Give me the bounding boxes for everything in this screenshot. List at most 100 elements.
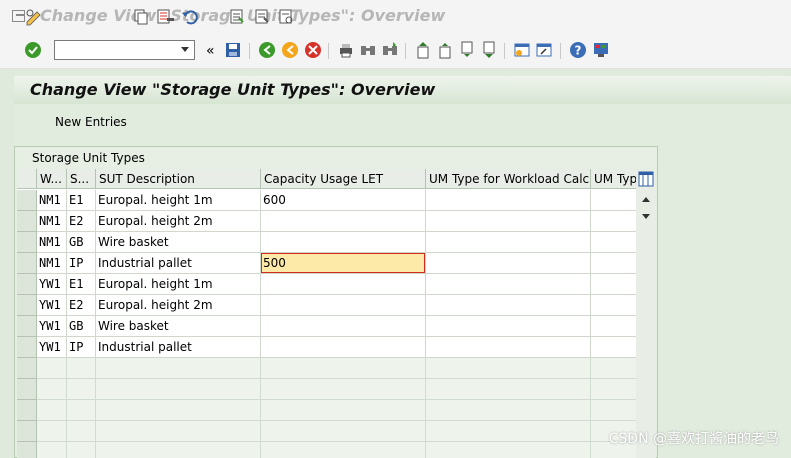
new-entries-button[interactable]: New Entries bbox=[55, 115, 127, 129]
cell-sut-description[interactable]: Europal. height 2m bbox=[96, 211, 261, 232]
cell-warehouse[interactable]: NM1 bbox=[37, 190, 67, 211]
row-selector[interactable] bbox=[17, 400, 37, 421]
cell-capacity-usage-let[interactable] bbox=[261, 211, 426, 232]
back-icon[interactable] bbox=[258, 41, 276, 59]
row-selector[interactable] bbox=[17, 358, 37, 379]
toolbar-separator bbox=[405, 43, 406, 59]
application-toolbar bbox=[14, 106, 791, 138]
find-next-icon[interactable] bbox=[381, 41, 399, 59]
cell-um-type-workload[interactable] bbox=[426, 316, 591, 337]
cell-sut[interactable]: E1 bbox=[67, 190, 96, 211]
cell-capacity-usage-let[interactable] bbox=[261, 274, 426, 295]
cell-sut-description[interactable]: Wire basket bbox=[96, 316, 261, 337]
cell-warehouse[interactable]: NM1 bbox=[37, 253, 67, 274]
select-all-rows-header[interactable] bbox=[17, 169, 37, 189]
cell-sut[interactable]: E1 bbox=[67, 274, 96, 295]
row-selector[interactable] bbox=[17, 274, 37, 295]
vertical-scrollbar[interactable] bbox=[636, 169, 656, 458]
cell-capacity-usage-let[interactable] bbox=[261, 316, 426, 337]
menu-icon[interactable] bbox=[12, 10, 25, 22]
exit-icon[interactable] bbox=[281, 41, 299, 59]
deselect-all-icon[interactable] bbox=[278, 8, 296, 26]
page-title: Change View "Storage Unit Types": Overvi… bbox=[30, 80, 436, 99]
back-double-arrow-icon[interactable]: « bbox=[203, 41, 221, 59]
row-selector[interactable] bbox=[17, 295, 37, 316]
find-icon[interactable] bbox=[359, 41, 377, 59]
next-page-icon[interactable] bbox=[458, 41, 476, 59]
cell-um-type-workload[interactable] bbox=[426, 211, 591, 232]
empty-cell bbox=[96, 421, 261, 442]
cancel-icon[interactable] bbox=[304, 41, 322, 59]
cell-um-type-workload[interactable] bbox=[426, 295, 591, 316]
cell-warehouse[interactable]: NM1 bbox=[37, 232, 67, 253]
cell-um-type-workload[interactable] bbox=[426, 190, 591, 211]
cell-warehouse[interactable]: YW1 bbox=[37, 337, 67, 358]
cell-warehouse[interactable]: YW1 bbox=[37, 295, 67, 316]
cell-um-type-workload[interactable] bbox=[426, 337, 591, 358]
cell-um-type-workload[interactable] bbox=[426, 232, 591, 253]
empty-cell bbox=[96, 400, 261, 421]
command-field[interactable] bbox=[54, 40, 195, 60]
cell-um-type-workload[interactable] bbox=[426, 253, 591, 274]
delete-icon[interactable] bbox=[157, 8, 175, 26]
cell-capacity-usage-let-focused[interactable]: 500 bbox=[261, 253, 426, 274]
row-selector[interactable] bbox=[17, 337, 37, 358]
column-header-sut-description[interactable]: SUT Description bbox=[96, 169, 261, 189]
row-selector[interactable] bbox=[17, 379, 37, 400]
cell-sut[interactable]: GB bbox=[67, 232, 96, 253]
select-all-icon[interactable] bbox=[229, 8, 247, 26]
enter-icon[interactable] bbox=[24, 41, 42, 59]
select-block-icon[interactable] bbox=[254, 8, 272, 26]
column-header-capacity-usage-let[interactable]: Capacity Usage LET bbox=[261, 169, 426, 189]
cell-warehouse[interactable]: YW1 bbox=[37, 274, 67, 295]
row-selector[interactable] bbox=[17, 232, 37, 253]
first-page-icon[interactable] bbox=[414, 41, 432, 59]
cell-sut-description[interactable]: Europal. height 1m bbox=[96, 274, 261, 295]
display-change-icon[interactable] bbox=[25, 8, 45, 26]
cell-capacity-usage-let[interactable]: 600 bbox=[261, 190, 426, 211]
cell-warehouse[interactable]: YW1 bbox=[37, 316, 67, 337]
undo-icon[interactable] bbox=[181, 8, 199, 26]
customize-layout-icon[interactable] bbox=[592, 41, 610, 59]
row-selector[interactable] bbox=[17, 316, 37, 337]
chevron-down-icon[interactable] bbox=[181, 47, 189, 52]
title-bar: Change View "Storage Unit Types": Overvi… bbox=[0, 0, 791, 35]
scroll-down-icon[interactable] bbox=[642, 214, 650, 219]
empty-cell bbox=[426, 421, 591, 442]
save-icon[interactable] bbox=[224, 41, 242, 59]
copy-as-icon[interactable] bbox=[133, 8, 149, 26]
column-settings-icon[interactable] bbox=[638, 171, 654, 187]
row-selector[interactable] bbox=[17, 190, 37, 211]
cell-sut[interactable]: IP bbox=[67, 337, 96, 358]
cell-sut-description[interactable]: Industrial pallet bbox=[96, 337, 261, 358]
cell-sut-description[interactable]: Europal. height 2m bbox=[96, 295, 261, 316]
cell-sut-description[interactable]: Europal. height 1m bbox=[96, 190, 261, 211]
row-selector[interactable] bbox=[17, 211, 37, 232]
cell-sut[interactable]: E2 bbox=[67, 295, 96, 316]
print-icon[interactable] bbox=[337, 41, 355, 59]
cell-sut[interactable]: GB bbox=[67, 316, 96, 337]
help-icon[interactable]: ? bbox=[569, 41, 587, 59]
row-selector[interactable] bbox=[17, 442, 37, 458]
column-header-sut[interactable]: S... bbox=[67, 169, 96, 189]
column-header-um-type-workload[interactable]: UM Type for Workload Calc... bbox=[426, 169, 591, 189]
cell-sut[interactable]: IP bbox=[67, 253, 96, 274]
empty-cell bbox=[37, 421, 67, 442]
empty-cell bbox=[37, 442, 67, 458]
cell-capacity-usage-let[interactable] bbox=[261, 295, 426, 316]
create-session-icon[interactable] bbox=[513, 41, 531, 59]
shortcut-icon[interactable] bbox=[535, 41, 553, 59]
previous-page-icon[interactable] bbox=[436, 41, 454, 59]
cell-um-type-workload[interactable] bbox=[426, 274, 591, 295]
column-header-warehouse[interactable]: W... bbox=[37, 169, 67, 189]
last-page-icon[interactable] bbox=[480, 41, 498, 59]
scroll-up-icon[interactable] bbox=[642, 197, 650, 202]
row-selector[interactable] bbox=[17, 421, 37, 442]
cell-capacity-usage-let[interactable] bbox=[261, 337, 426, 358]
cell-capacity-usage-let[interactable] bbox=[261, 232, 426, 253]
row-selector[interactable] bbox=[17, 253, 37, 274]
cell-warehouse[interactable]: NM1 bbox=[37, 211, 67, 232]
cell-sut-description[interactable]: Wire basket bbox=[96, 232, 261, 253]
cell-sut[interactable]: E2 bbox=[67, 211, 96, 232]
cell-sut-description[interactable]: Industrial pallet bbox=[96, 253, 261, 274]
